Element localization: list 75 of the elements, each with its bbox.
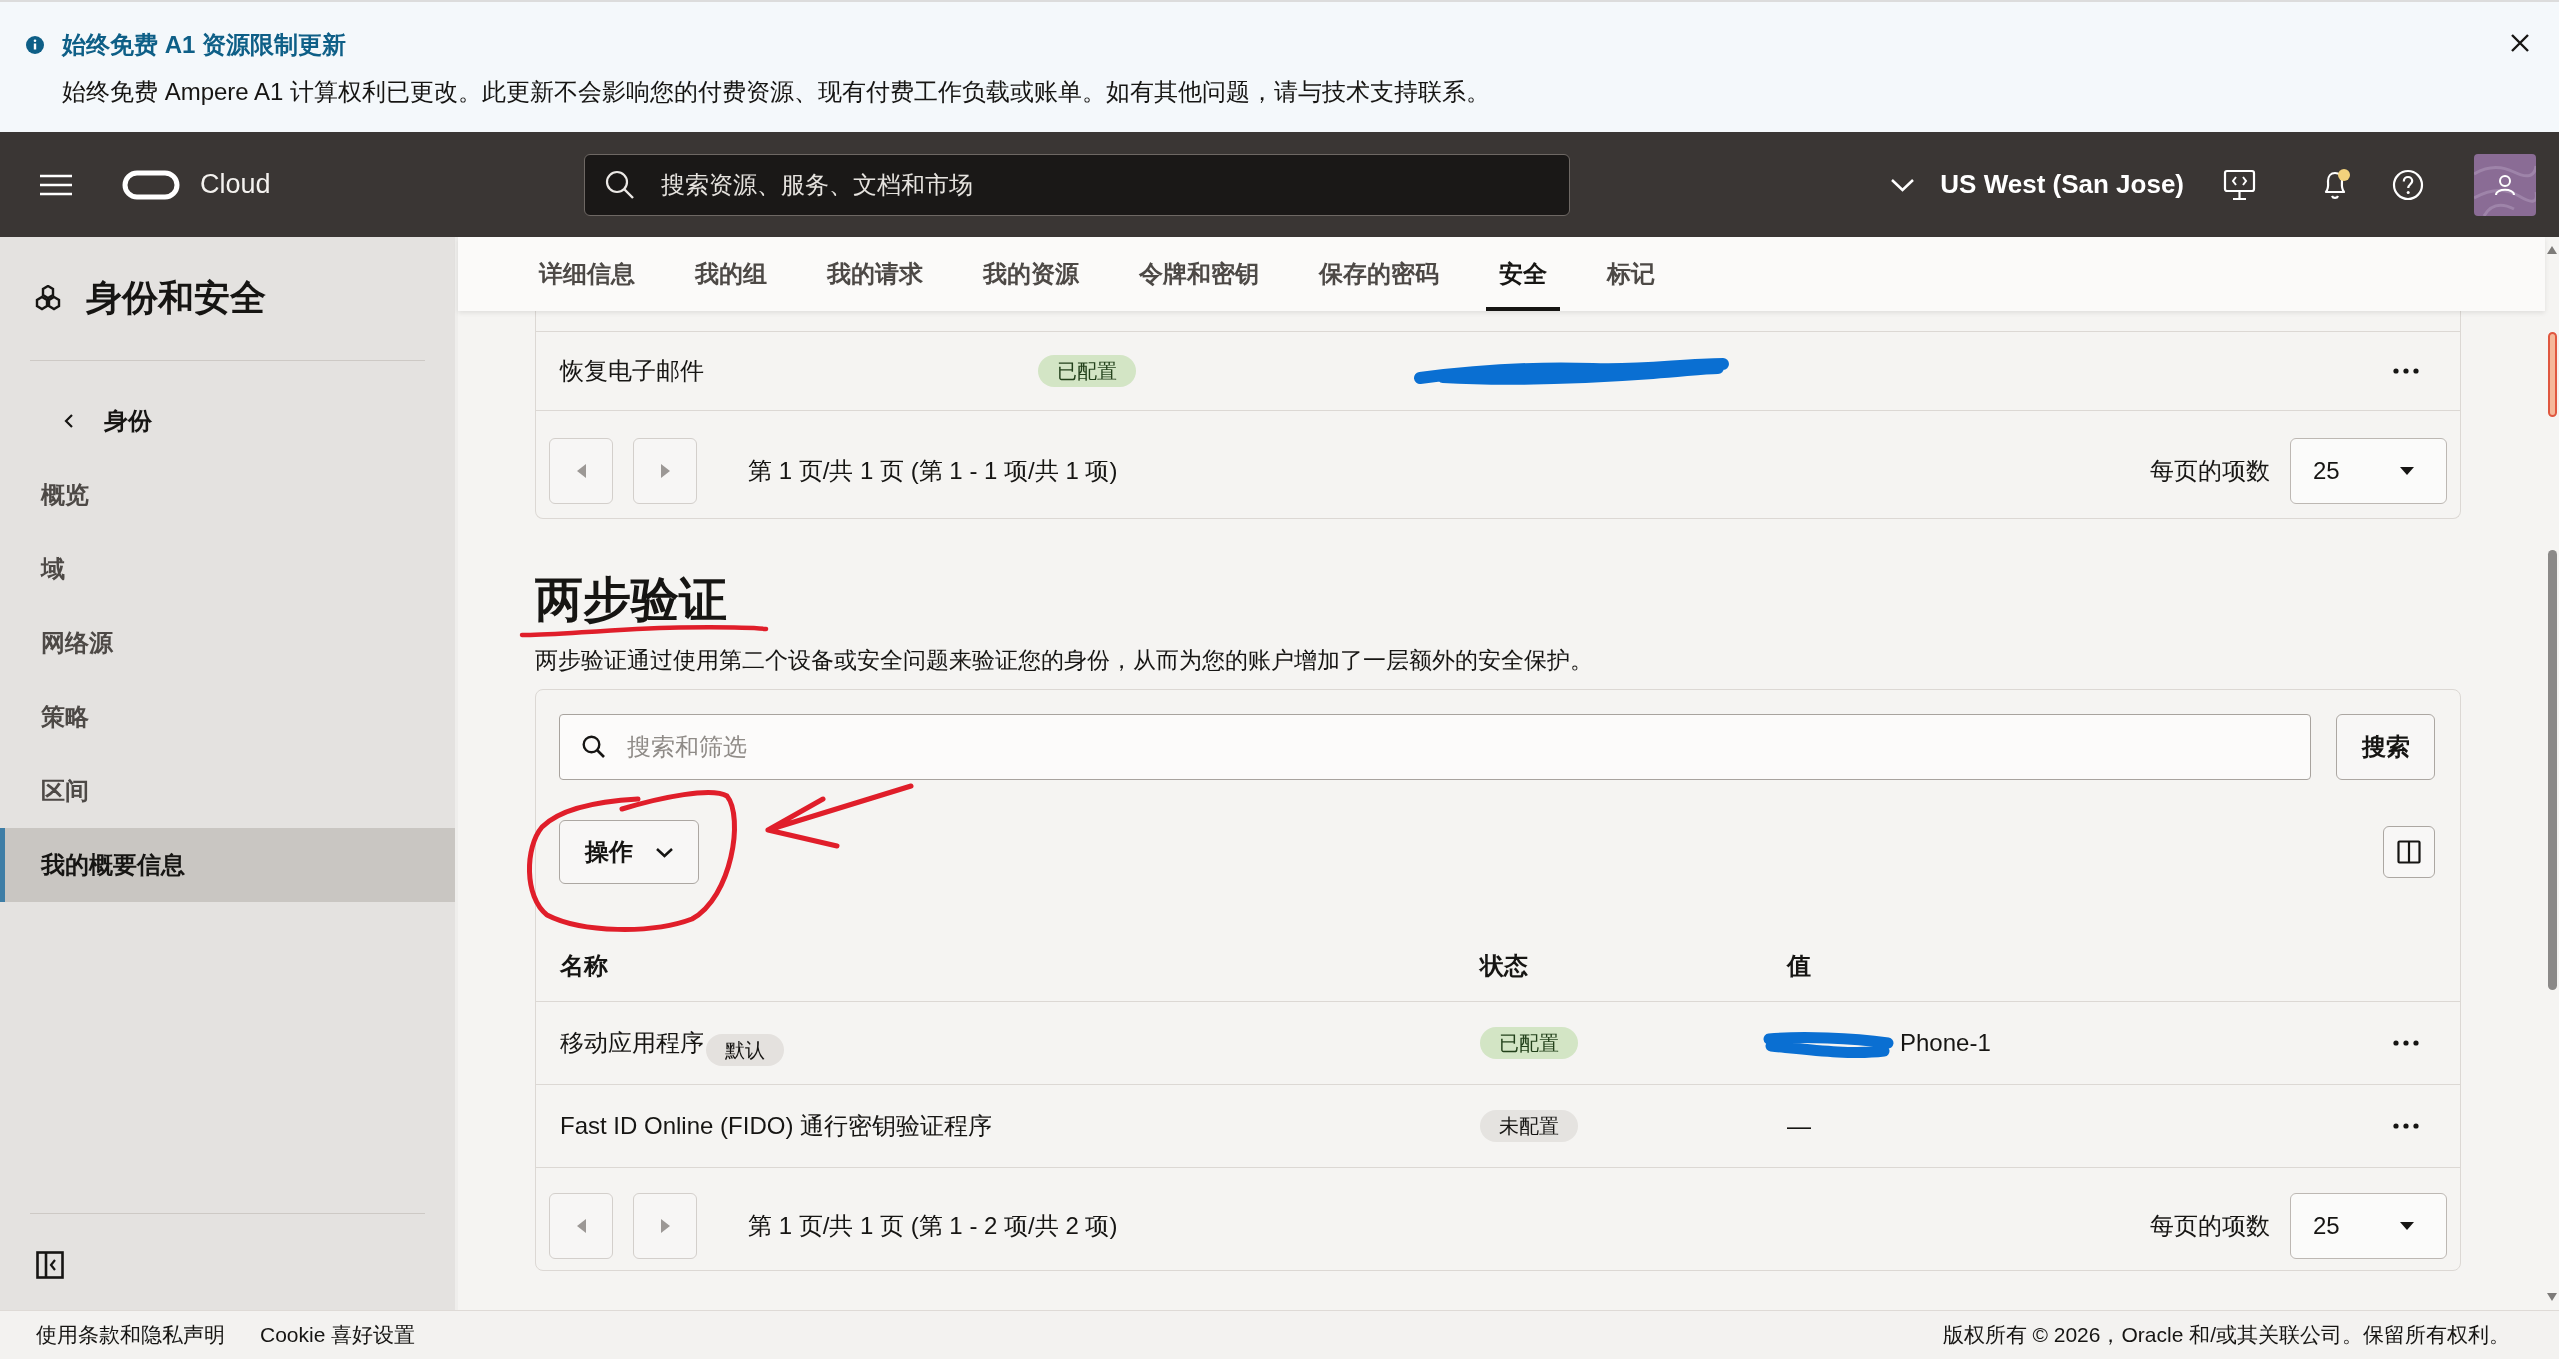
hexagons-icon <box>33 285 63 311</box>
table-cell-text: 移动应用程序 <box>560 1028 704 1058</box>
tab[interactable]: 保存的密码 <box>1306 237 1452 311</box>
tab[interactable]: 安全 <box>1486 237 1560 311</box>
banner-message: 始终免费 Ampere A1 计算权利已更改。此更新不会影响您的付费资源、现有付费工作负载或账单。如有其他问题，请与技术支持联系。 <box>62 77 1492 107</box>
column-header: 状态 <box>1480 951 1529 981</box>
caret-down-icon <box>2400 466 2414 475</box>
copyright-text: 版权所有 © 2026，Oracle 和/或其关联公司。保留所有权利。 <box>1942 1322 2510 1348</box>
table-cell-text: Fast ID Online (FIDO) 通行密钥验证程序 <box>560 1111 993 1141</box>
search-icon <box>582 735 605 758</box>
menu-icon[interactable] <box>40 173 72 196</box>
ellipsis-icon[interactable] <box>2393 1123 2419 1129</box>
table-cell: Phone-1 <box>1900 1029 1991 1057</box>
actions-button[interactable]: 操作 <box>559 820 699 884</box>
region-selector[interactable]: US West (San Jose) <box>1940 169 2184 200</box>
table-cell: — <box>1787 1112 1811 1140</box>
tab[interactable]: 我的资源 <box>970 237 1092 311</box>
monitor-icon[interactable] <box>2223 168 2256 201</box>
chevron-left-icon <box>64 413 74 429</box>
nav-item[interactable]: 域 <box>0 532 455 606</box>
close-icon[interactable] <box>2510 33 2530 53</box>
footer-link[interactable]: 使用条款和隐私声明 <box>36 1321 225 1349</box>
columns-icon <box>2397 840 2421 864</box>
search-field[interactable]: 搜索和筛选 <box>559 714 2311 780</box>
help-icon[interactable] <box>2392 168 2424 201</box>
column-header: 名称 <box>560 951 609 981</box>
page-size-label: 每页的项数 <box>2150 1211 2270 1241</box>
ellipsis-icon[interactable] <box>2393 368 2419 374</box>
chevron-down-icon <box>655 846 674 858</box>
status-badge: 未配置 <box>1480 1110 1578 1142</box>
nav-item[interactable]: 我的概要信息 <box>0 828 455 902</box>
caret-left-icon <box>576 1219 586 1233</box>
tab[interactable]: 我的组 <box>682 237 780 311</box>
back-link[interactable]: 身份 <box>0 384 152 458</box>
caret-right-icon <box>660 463 670 478</box>
ellipsis-icon[interactable] <box>2393 1040 2419 1046</box>
nav-item[interactable]: 概览 <box>0 458 455 532</box>
pagination-summary: 第 1 页/共 1 页 (第 1 - 1 项/共 1 项) <box>748 455 1118 486</box>
columns-button[interactable] <box>2383 826 2435 878</box>
banner-title: 始终免费 A1 资源限制更新 <box>62 30 346 60</box>
page-size-select[interactable]: 25 <box>2290 437 2447 504</box>
tab[interactable]: 我的请求 <box>814 237 936 311</box>
caret-down-icon <box>2400 1222 2414 1230</box>
chevron-down-icon[interactable] <box>1890 177 1916 192</box>
scroll-down-icon[interactable] <box>2547 1293 2557 1301</box>
column-header: 值 <box>1787 951 1812 981</box>
pagination-summary: 第 1 页/共 1 页 (第 1 - 2 项/共 2 项) <box>748 1211 1118 1241</box>
scrollbar-thumb[interactable] <box>2547 550 2557 990</box>
tab[interactable]: 详细信息 <box>526 237 648 311</box>
logo-icon[interactable] <box>122 169 180 200</box>
status-badge: 已配置 <box>1038 355 1136 387</box>
caret-right-icon <box>660 1219 670 1233</box>
tab[interactable]: 令牌和密钥 <box>1126 237 1272 311</box>
caret-left-icon <box>576 463 586 478</box>
nav-item[interactable]: 网络源 <box>0 606 455 680</box>
sidebar-title: 身份和安全 <box>86 275 266 320</box>
nav-item[interactable]: 策略 <box>0 680 455 754</box>
footer-link[interactable]: Cookie 喜好设置 <box>260 1321 416 1349</box>
status-badge: 已配置 <box>1480 1027 1578 1059</box>
search-button[interactable]: 搜索 <box>2336 714 2435 780</box>
page-size-label: 每页的项数 <box>2150 455 2270 486</box>
search-icon <box>605 169 635 200</box>
avatar-icon[interactable] <box>2474 153 2536 216</box>
brand-name[interactable]: Cloud <box>200 169 271 200</box>
nav-item[interactable]: 区间 <box>0 754 455 828</box>
info-icon <box>26 36 44 54</box>
default-tag: 默认 <box>706 1034 784 1066</box>
page-size-select[interactable]: 25 <box>2290 1193 2447 1259</box>
collapse-sidebar-icon[interactable] <box>36 1251 64 1279</box>
section-description: 两步验证通过使用第二个设备或安全问题来验证您的身份，从而为您的账户增加了一层额外的安全保护。 <box>535 646 1594 675</box>
scroll-up-icon[interactable] <box>2547 246 2557 254</box>
table-cell-text: 恢复电子邮件 <box>560 356 704 386</box>
search-field[interactable]: 搜索资源、服务、文档和市场 <box>584 153 1570 216</box>
tab[interactable]: 标记 <box>1594 237 1668 311</box>
section-heading: 两步验证 <box>535 577 727 623</box>
